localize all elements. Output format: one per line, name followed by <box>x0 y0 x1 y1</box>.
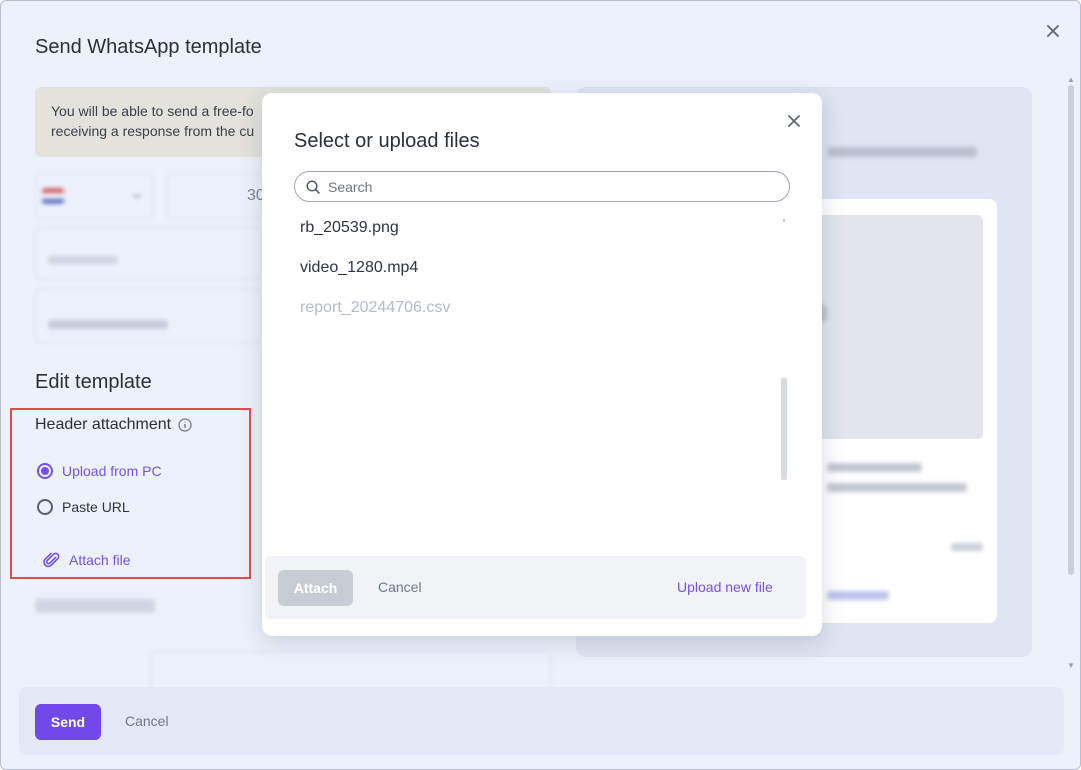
cancel-button[interactable]: Cancel <box>125 713 169 729</box>
dialog-cancel-button[interactable]: Cancel <box>378 579 422 595</box>
send-template-modal: Send WhatsApp template You will be able … <box>0 0 1081 770</box>
country-select <box>35 173 153 219</box>
info-icon[interactable] <box>178 418 192 432</box>
chevron-down-icon <box>132 193 142 200</box>
search-input[interactable] <box>326 177 770 196</box>
modal-footer <box>19 687 1064 755</box>
radio-paste-url[interactable]: Paste URL <box>37 499 130 515</box>
modal-scrollbar[interactable] <box>1068 85 1074 575</box>
send-button[interactable]: Send <box>35 704 101 740</box>
upload-new-file-button[interactable]: Upload new file <box>677 579 773 595</box>
dialog-title: Select or upload files <box>294 130 480 152</box>
attach-button: Attach <box>278 570 353 606</box>
close-icon[interactable] <box>1043 21 1063 41</box>
radio-label: Upload from PC <box>62 463 162 479</box>
scroll-up-arrow[interactable]: ▲ <box>1067 75 1075 84</box>
scroll-down-arrow[interactable]: ▼ <box>1067 661 1075 670</box>
modal-title: Send WhatsApp template <box>35 36 262 58</box>
radio-upload-from-pc[interactable]: Upload from PC <box>37 463 162 479</box>
flag-icon <box>42 188 64 204</box>
file-picker-dialog: Select or upload files rb_20539.png vide… <box>262 93 822 636</box>
edit-template-heading: Edit template <box>35 371 152 393</box>
attach-file-text: Attach file <box>69 552 131 568</box>
close-icon[interactable] <box>784 111 804 131</box>
attach-file-link[interactable]: Attach file <box>43 551 130 569</box>
message-body-field <box>151 651 551 691</box>
header-attachment-text: Header attachment <box>35 416 172 433</box>
paperclip-icon <box>43 552 60 568</box>
radio-button[interactable] <box>37 463 53 479</box>
radio-button[interactable] <box>37 499 53 515</box>
radio-label: Paste URL <box>62 499 130 515</box>
file-item[interactable]: rb_20539.png <box>300 219 399 237</box>
search-box[interactable] <box>294 171 790 202</box>
file-list-scrollbar[interactable] <box>781 378 787 480</box>
message-body-label <box>35 599 155 613</box>
channel-field <box>35 227 277 279</box>
template-field <box>35 289 277 343</box>
search-icon <box>306 179 320 194</box>
file-item-disabled: report_20244706.csv <box>300 299 451 316</box>
header-attachment-label: Header attachment <box>35 416 192 434</box>
file-item[interactable]: video_1280.mp4 <box>300 259 418 277</box>
